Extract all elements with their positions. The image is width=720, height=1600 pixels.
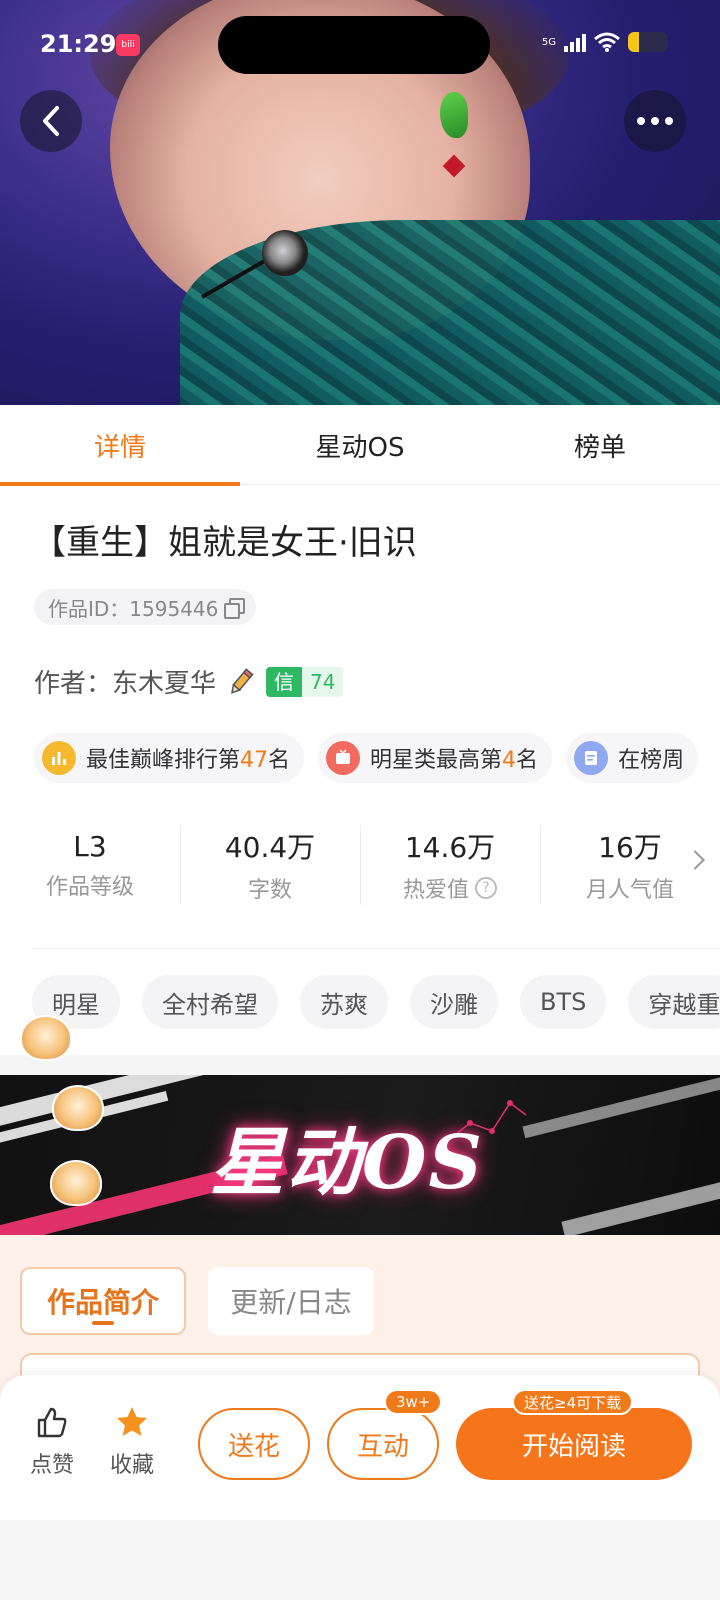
status-time: 21:29: [40, 30, 117, 58]
wifi-icon: [594, 32, 620, 52]
rank-chip-category[interactable]: 明星类最高第4名: [318, 733, 553, 783]
mascot-sticker: [20, 1015, 72, 1061]
stat-love: 14.6万 热爱值 ?: [360, 815, 540, 915]
tab-details[interactable]: 详情: [0, 405, 240, 486]
hero-earpiece: [440, 92, 468, 138]
rank-chip-weeks[interactable]: 在榜周: [566, 733, 699, 783]
send-flower-button[interactable]: 送花: [198, 1408, 310, 1480]
favorite-button[interactable]: 收藏: [102, 1405, 162, 1479]
camera-notch: [218, 16, 490, 74]
banner-stripe: [561, 1168, 720, 1235]
xingdong-os-banner[interactable]: 星动OS: [0, 1075, 720, 1235]
help-icon[interactable]: ?: [475, 877, 497, 899]
favorite-label: 收藏: [109, 1453, 154, 1478]
tab-update-log[interactable]: 更新/日志: [208, 1267, 374, 1335]
app-notification-icon: bili: [116, 34, 140, 56]
tab-rankings[interactable]: 榜单: [480, 405, 720, 485]
hero-mic: [262, 230, 308, 276]
status-bar: 21:29 bili 5G: [0, 0, 720, 90]
list-icon: [574, 741, 609, 775]
stat-level: L3 作品等级: [0, 815, 180, 915]
hero-jacket: [180, 220, 720, 405]
credit-value: 74: [302, 666, 344, 697]
stat-love-label-wrap: 热爱值 ?: [403, 872, 497, 904]
stat-word-count-value: 40.4万: [224, 831, 316, 864]
author-row: 作者：东木夏华 信 74: [34, 663, 344, 700]
credit-badge: 信 74: [266, 666, 344, 697]
tag-item[interactable]: 全村希望: [142, 975, 278, 1029]
banner-title: 星动OS: [210, 1120, 484, 1206]
tag-list: 明星 全村希望 苏爽 沙雕 BTS 穿越重: [32, 975, 720, 1029]
divider: [34, 948, 720, 949]
tab-bar: 详情 星动OS 榜单: [0, 405, 720, 486]
pencil-icon: [231, 667, 254, 694]
stat-word-count: 40.4万 字数: [180, 815, 360, 915]
interact-button[interactable]: 互动: [327, 1408, 439, 1480]
start-reading-button[interactable]: 开始阅读: [456, 1408, 692, 1480]
stats-row[interactable]: L3 作品等级 40.4万 字数 14.6万 热爱值 ? 16万 月人气值: [0, 815, 720, 915]
signal-icon: [564, 32, 586, 52]
thumbs-up-icon: [37, 1407, 67, 1438]
author-label[interactable]: 作者：东木夏华: [34, 663, 216, 700]
network-label: 5G: [541, 36, 556, 48]
rank-chip-peak[interactable]: 最佳巅峰排行第47名: [34, 733, 305, 783]
stat-level-label: 作品等级: [45, 874, 134, 900]
bottom-action-bar: 点赞 收藏 送花 互动 3w+ 开始阅读 送花≥4可下载: [0, 1375, 720, 1520]
detail-content: 详情 星动OS 榜单 【重生】姐就是女王·旧识 作品ID：1595446 作者：…: [0, 405, 720, 1055]
like-label: 点赞: [29, 1453, 74, 1478]
battery-icon: [628, 32, 668, 52]
stat-love-label: 热爱值: [402, 878, 469, 903]
copy-icon[interactable]: [224, 598, 246, 619]
tab-work-intro[interactable]: 作品简介: [20, 1267, 186, 1335]
work-title: 【重生】姐就是女王·旧识: [32, 523, 417, 563]
rank-text-weeks: 在榜周: [618, 748, 685, 773]
stat-monthly-popularity-value: 16万: [598, 831, 662, 864]
work-id-label: 作品ID：1595446: [48, 596, 219, 621]
mascot-sticker: [52, 1085, 104, 1131]
tag-item[interactable]: 穿越重: [628, 975, 720, 1029]
banner-stripe: [522, 1075, 720, 1139]
interact-count-badge: 3w+: [384, 1389, 443, 1415]
credit-key: 信: [266, 666, 303, 697]
rank-text-peak: 最佳巅峰排行第47名: [86, 748, 291, 773]
system-nav-area: [0, 1520, 720, 1600]
tag-item[interactable]: BTS: [520, 975, 607, 1029]
rank-chips: 最佳巅峰排行第47名 明星类最高第4名 在榜周: [34, 733, 699, 783]
back-button[interactable]: [20, 90, 82, 152]
tv-icon: [326, 741, 361, 775]
tab-xingdong-os[interactable]: 星动OS: [240, 405, 480, 485]
tag-item[interactable]: 沙雕: [410, 975, 498, 1029]
bar-chart-icon: [42, 741, 76, 775]
like-button[interactable]: 点赞: [22, 1405, 82, 1479]
stat-word-count-label: 字数: [247, 878, 292, 903]
tag-item[interactable]: 苏爽: [300, 975, 388, 1029]
status-icons: 5G: [542, 32, 668, 52]
work-id-chip[interactable]: 作品ID：1595446: [34, 589, 257, 625]
download-hint-badge: 送花≥4可下载: [512, 1389, 634, 1415]
more-dots-icon: [637, 117, 673, 125]
stat-love-value: 14.6万: [404, 831, 496, 864]
stat-monthly-popularity-label: 月人气值: [585, 878, 674, 903]
rank-text-category: 明星类最高第4名: [370, 748, 539, 773]
more-button[interactable]: [624, 90, 686, 152]
stat-level-value: L3: [73, 829, 107, 863]
chevron-left-icon: [43, 106, 59, 136]
star-icon: [117, 1407, 147, 1436]
mascot-sticker: [50, 1160, 102, 1206]
